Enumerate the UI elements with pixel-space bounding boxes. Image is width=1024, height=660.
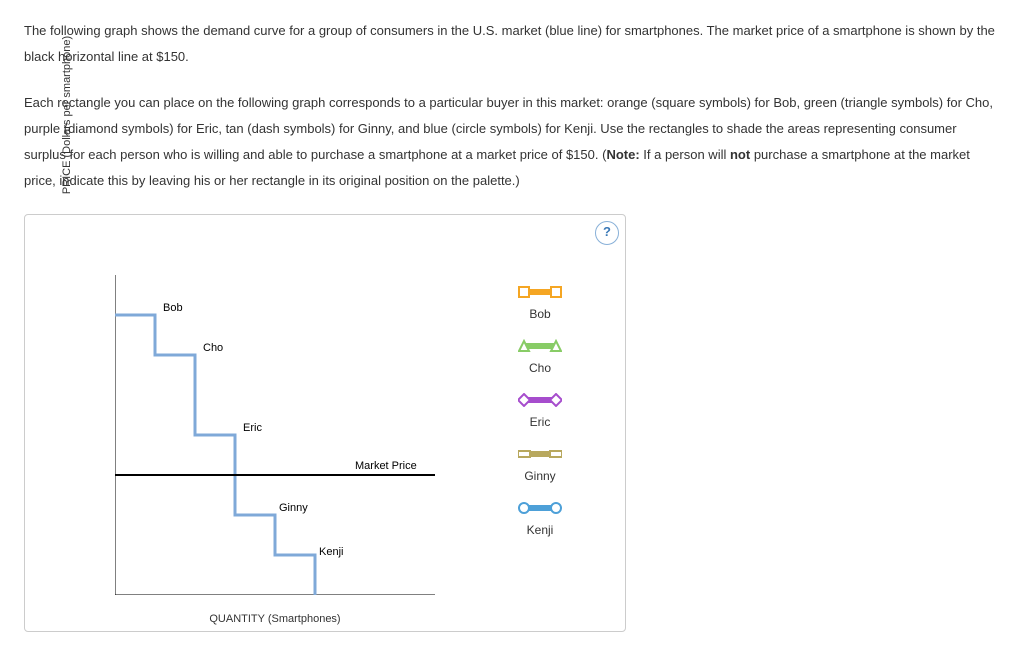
intro-text-1: The following graph shows the demand cur… [24,23,995,64]
swatch-label-kenji: Kenji [527,523,554,537]
swatch-ginny[interactable] [518,447,562,461]
swatch-label-bob: Bob [529,307,550,321]
step-label-cho: Cho [203,342,223,354]
triangle-icon [519,341,529,351]
help-button[interactable]: ? [595,221,619,245]
intro-paragraph: The following graph shows the demand cur… [24,18,1000,70]
step-label-kenji: Kenji [319,546,343,558]
circle-icon [519,503,529,513]
dash-icon [550,451,562,457]
swatch-palette: Bob Cho Eric Ginny Kenji [485,285,595,551]
not-label: not [730,147,750,162]
swatch-label-eric: Eric [530,415,551,429]
x-axis-label: QUANTITY (Smartphones) [115,613,435,625]
diamond-icon [518,394,530,406]
swatch-eric[interactable] [518,393,562,407]
y-axis-label: PRICE (Dollars per smartphone) [61,0,73,275]
swatch-label-cho: Cho [529,361,551,375]
help-icon: ? [603,224,611,239]
triangle-icon [551,341,561,351]
chart-plot-area[interactable]: 0 50 100 150 200 250 300 350 400 0 1 2 3… [115,275,435,595]
step-label-ginny: Ginny [279,502,308,514]
graph-container: ? PRICE (Dollars per smartphone) 0 50 10… [24,214,626,632]
swatch-label-ginny: Ginny [524,469,555,483]
demand-curve [115,315,315,595]
task-text-b: If a person will [640,147,730,162]
step-label-eric: Eric [243,422,262,434]
task-paragraph: Each rectangle you can place on the foll… [24,90,1000,194]
swatch-cho[interactable] [518,339,562,353]
swatch-kenji[interactable] [518,501,562,515]
step-label-bob: Bob [163,302,183,314]
circle-icon [551,503,561,513]
square-icon [551,287,561,297]
market-price-label: Market Price [355,460,417,472]
note-label: Note: [606,147,639,162]
swatch-bob[interactable] [518,285,562,299]
diamond-icon [550,394,562,406]
dash-icon [518,451,530,457]
square-icon [519,287,529,297]
